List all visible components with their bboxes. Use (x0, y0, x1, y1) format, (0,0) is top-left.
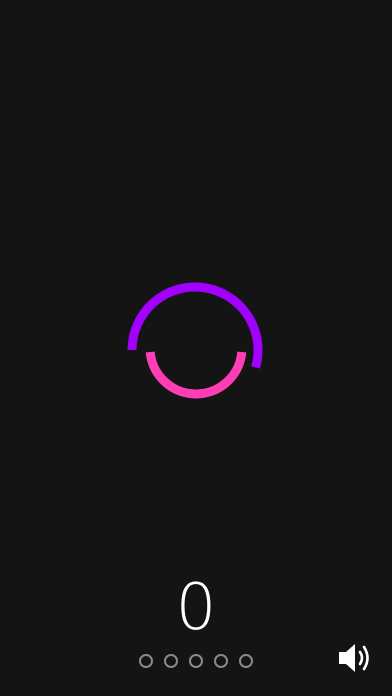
inner-pink-arc (145, 351, 247, 399)
sound-wave-large (362, 645, 369, 671)
score-display: 0 (175, 571, 217, 645)
speaker-body (339, 644, 355, 672)
lives-indicator (0, 654, 392, 668)
life-dot (189, 654, 203, 668)
life-dot (139, 654, 153, 668)
sound-toggle-button[interactable] (336, 640, 376, 676)
life-dot (239, 654, 253, 668)
life-dot (164, 654, 178, 668)
sound-wave-small (358, 650, 364, 666)
speaker-sound-on-icon (339, 644, 369, 672)
life-dot (214, 654, 228, 668)
